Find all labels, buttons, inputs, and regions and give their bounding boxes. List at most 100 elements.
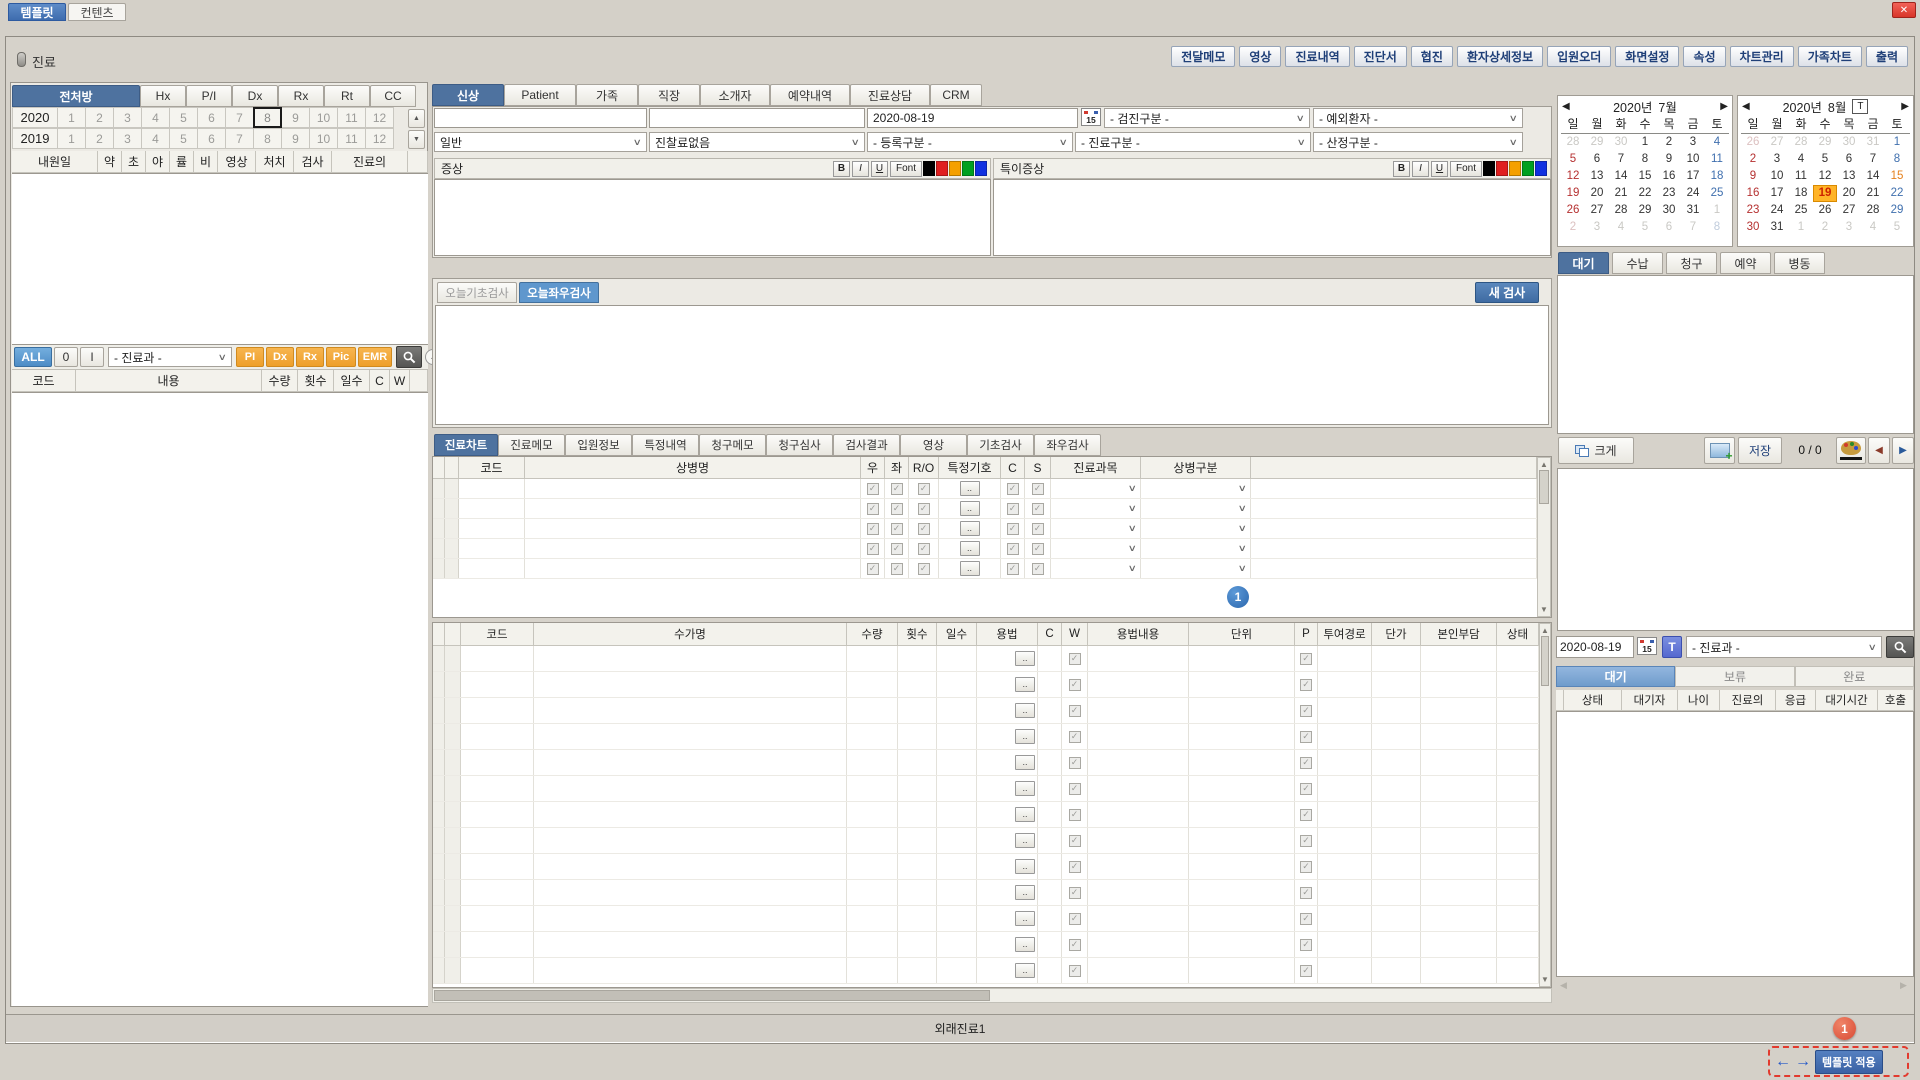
month-cell-2019-5[interactable]: 5 <box>169 128 198 149</box>
diagnosis-checkbox[interactable] <box>1032 563 1044 575</box>
toolbar-button-9[interactable]: 차트관리 <box>1730 46 1794 67</box>
month-cell-2019-6[interactable]: 6 <box>197 128 226 149</box>
calendar-day[interactable]: 6 <box>1585 151 1609 168</box>
calendar-day[interactable]: 26 <box>1561 202 1585 219</box>
order-w-checkbox[interactable] <box>1069 783 1081 795</box>
color-swatch-1[interactable] <box>936 161 948 176</box>
queue-tab-0[interactable]: 대기 <box>1558 252 1609 274</box>
filter-one-button[interactable]: I <box>80 347 104 367</box>
toolbar-button-3[interactable]: 진단서 <box>1354 46 1407 67</box>
calendar-day[interactable]: 1 <box>1885 134 1909 151</box>
month-cell-2020-1[interactable]: 1 <box>57 107 86 128</box>
close-button[interactable]: ✕ <box>1892 2 1916 18</box>
calendar-day[interactable]: 29 <box>1633 202 1657 219</box>
calendar-day[interactable]: 3 <box>1837 219 1861 236</box>
diagnosis-checkbox[interactable] <box>1007 483 1019 495</box>
calendar-day[interactable]: 5 <box>1813 151 1837 168</box>
order-w-checkbox[interactable] <box>1069 705 1081 717</box>
palette-button[interactable] <box>1836 437 1866 464</box>
calendar-day[interactable]: 2 <box>1561 219 1585 236</box>
calendar-day[interactable]: 20 <box>1585 185 1609 202</box>
order-usage-lookup-button[interactable]: .. <box>1015 651 1035 666</box>
calendar-day[interactable]: 6 <box>1657 219 1681 236</box>
month-cell-2020-11[interactable]: 11 <box>337 107 366 128</box>
calendar-day[interactable]: 23 <box>1741 202 1765 219</box>
order-p-checkbox[interactable] <box>1300 835 1312 847</box>
color-swatch-2[interactable] <box>949 161 961 176</box>
calendar-day[interactable]: 19 <box>1561 185 1585 202</box>
exam-tab-1[interactable]: 오늘좌우검사 <box>519 282 599 303</box>
diagnosis-checkbox[interactable] <box>1032 483 1044 495</box>
order-w-checkbox[interactable] <box>1069 809 1081 821</box>
month-cell-2020-4[interactable]: 4 <box>141 107 170 128</box>
diagnosis-checkbox[interactable] <box>1032 523 1044 535</box>
year-scroll-down-button[interactable]: ▼ <box>408 130 425 149</box>
image-prev-button[interactable]: ◀ <box>1868 437 1890 464</box>
horizontal-scrollbar-thumb[interactable] <box>434 990 990 1001</box>
template-apply-button[interactable]: 템플릿 적용 <box>1815 1050 1883 1074</box>
calendar-day[interactable]: 15 <box>1885 168 1909 185</box>
month-cell-2020-9[interactable]: 9 <box>281 107 310 128</box>
quick-button-Rx[interactable]: Rx <box>296 347 324 367</box>
month-cell-2020-12[interactable]: 12 <box>365 107 394 128</box>
month-cell-2019-8[interactable]: 8 <box>253 128 282 149</box>
format-i-button[interactable]: I <box>852 161 869 177</box>
diagnosis-checkbox[interactable] <box>867 543 879 555</box>
toolbar-button-2[interactable]: 진료내역 <box>1285 46 1349 67</box>
calendar-day[interactable]: 4 <box>1705 134 1729 151</box>
month-cell-2020-2[interactable]: 2 <box>85 107 114 128</box>
calendar-day[interactable]: 28 <box>1861 202 1885 219</box>
quick-button-PI[interactable]: PI <box>236 347 264 367</box>
order-w-checkbox[interactable] <box>1069 679 1081 691</box>
color-swatch-4[interactable] <box>975 161 987 176</box>
calendar-day[interactable]: 30 <box>1837 134 1861 151</box>
month-cell-2019-1[interactable]: 1 <box>57 128 86 149</box>
state-tab-2[interactable]: 완료 <box>1795 666 1914 687</box>
calendar-day[interactable]: 20 <box>1837 185 1861 202</box>
chevron-down-icon[interactable]: ∨ <box>1238 483 1247 494</box>
color-swatch-1[interactable] <box>1496 161 1508 176</box>
calendar-day[interactable]: 21 <box>1861 185 1885 202</box>
order-scrollbar[interactable]: ▲▼ <box>1539 623 1551 987</box>
diagnosis-checkbox[interactable] <box>918 523 930 535</box>
calendar-day[interactable]: 27 <box>1765 134 1789 151</box>
queue-date-picker-button[interactable]: 15 <box>1637 637 1657 655</box>
month-cell-2019-10[interactable]: 10 <box>309 128 338 149</box>
queue-today-button[interactable]: T <box>1662 636 1682 658</box>
diagnosis-checkbox[interactable] <box>918 543 930 555</box>
chart-tab-7[interactable]: 영상 <box>900 434 967 456</box>
queue-tab-4[interactable]: 병동 <box>1774 252 1825 274</box>
order-p-checkbox[interactable] <box>1300 783 1312 795</box>
exception-patient-select[interactable]: - 예외환자 -∨ <box>1313 108 1523 128</box>
order-w-checkbox[interactable] <box>1069 835 1081 847</box>
calendar-day[interactable]: 3 <box>1681 134 1705 151</box>
chart-tab-0[interactable]: 진료차트 <box>434 434 498 456</box>
order-p-checkbox[interactable] <box>1300 731 1312 743</box>
color-swatch-3[interactable] <box>962 161 974 176</box>
year-scroll-up-button[interactable]: ▲ <box>408 109 425 128</box>
waitlist-scroll-right[interactable]: ▶ <box>1900 980 1907 991</box>
calendar-day[interactable]: 29 <box>1813 134 1837 151</box>
calendar-day[interactable]: 26 <box>1813 202 1837 219</box>
format-b-button[interactable]: B <box>833 161 850 177</box>
patient-field-1[interactable] <box>434 108 647 128</box>
diagnosis-checkbox[interactable] <box>1007 503 1019 515</box>
scroll-up-icon[interactable]: ▲ <box>1540 626 1550 635</box>
calendar-day[interactable]: 5 <box>1561 151 1585 168</box>
order-p-checkbox[interactable] <box>1300 939 1312 951</box>
toolbar-button-8[interactable]: 속성 <box>1683 46 1725 67</box>
color-swatch-4[interactable] <box>1535 161 1547 176</box>
color-swatch-3[interactable] <box>1522 161 1534 176</box>
chevron-down-icon[interactable]: ∨ <box>1238 563 1247 574</box>
calendar-day[interactable]: 25 <box>1705 185 1729 202</box>
treatment-type-select[interactable]: - 진료구분 -∨ <box>1075 132 1311 152</box>
queue-tab-2[interactable]: 청구 <box>1666 252 1717 274</box>
quick-button-Dx[interactable]: Dx <box>266 347 294 367</box>
diagnosis-lookup-button[interactable]: .. <box>960 481 980 496</box>
order-usage-lookup-button[interactable]: .. <box>1015 911 1035 926</box>
calendar-day[interactable]: 31 <box>1861 134 1885 151</box>
calendar-day[interactable]: 12 <box>1561 168 1585 185</box>
order-p-checkbox[interactable] <box>1300 757 1312 769</box>
diagnosis-lookup-button[interactable]: .. <box>960 501 980 516</box>
toolbar-button-0[interactable]: 전달메모 <box>1171 46 1235 67</box>
